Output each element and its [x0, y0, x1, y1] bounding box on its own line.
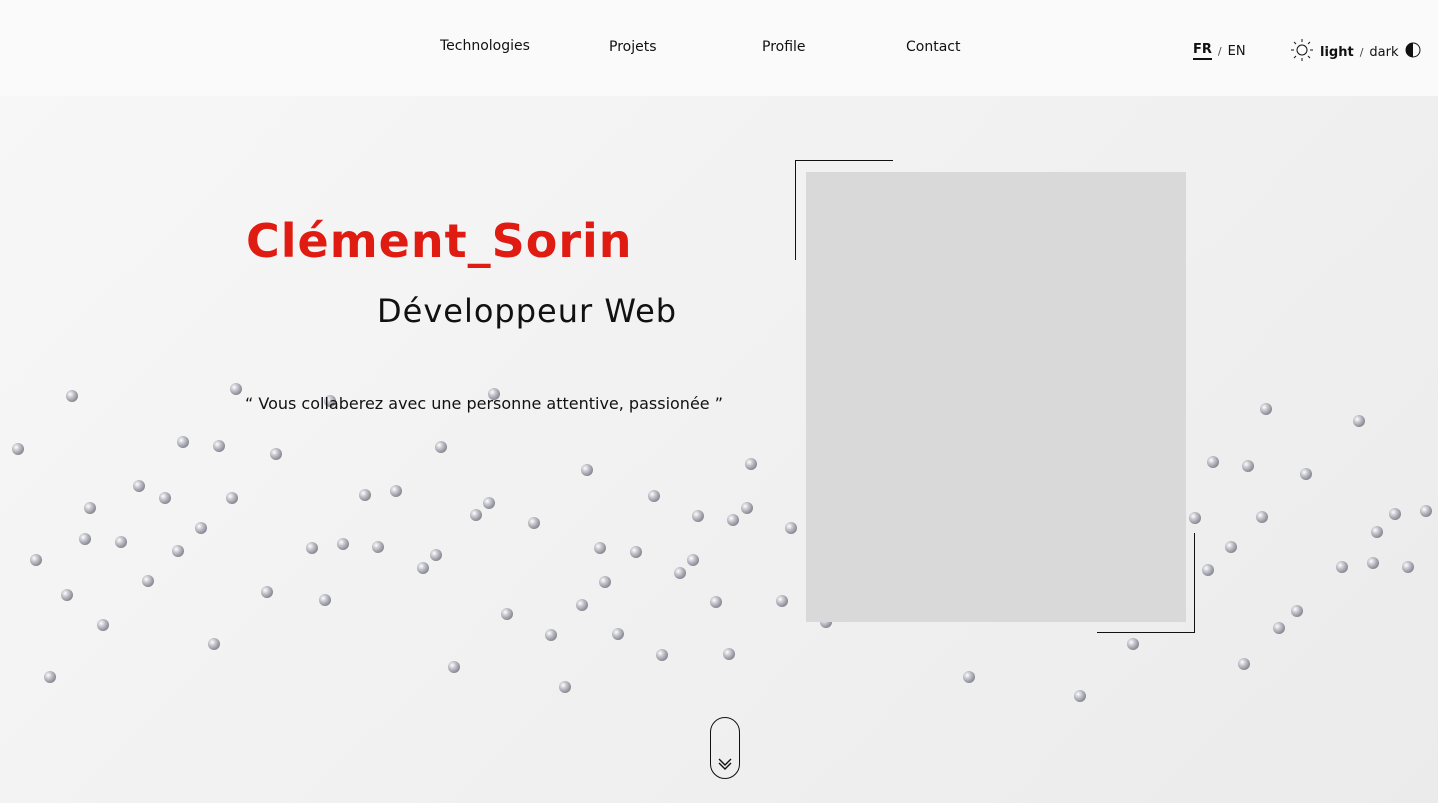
- particle-sphere: [61, 589, 73, 601]
- particle-sphere: [1202, 564, 1214, 576]
- particle-sphere: [1074, 690, 1086, 702]
- particle-sphere: [306, 542, 318, 554]
- theme-light[interactable]: light: [1320, 45, 1354, 60]
- particle-sphere: [430, 549, 442, 561]
- particle-sphere: [692, 510, 704, 522]
- particle-sphere: [448, 661, 460, 673]
- particle-sphere: [528, 517, 540, 529]
- particle-sphere: [417, 562, 429, 574]
- particle-sphere: [213, 440, 225, 452]
- particle-sphere: [727, 514, 739, 526]
- particle-sphere: [483, 497, 495, 509]
- particle-sphere: [390, 485, 402, 497]
- particle-sphere: [30, 554, 42, 566]
- particle-sphere: [1300, 468, 1312, 480]
- particle-sphere: [1207, 456, 1219, 468]
- particle-sphere: [745, 458, 757, 470]
- particle-sphere: [12, 443, 24, 455]
- double-chevron-down-icon: [718, 758, 732, 770]
- particle-sphere: [776, 595, 788, 607]
- particle-sphere: [435, 441, 447, 453]
- particle-sphere: [79, 533, 91, 545]
- particle-sphere: [1260, 403, 1272, 415]
- particle-sphere: [208, 638, 220, 650]
- particle-sphere: [97, 619, 109, 631]
- particle-sphere: [648, 490, 660, 502]
- lang-separator: /: [1217, 44, 1222, 58]
- particle-sphere: [1367, 557, 1379, 569]
- particle-sphere: [230, 383, 242, 395]
- hero-role: Développeur Web: [377, 292, 678, 330]
- particle-sphere: [133, 480, 145, 492]
- particle-sphere: [687, 554, 699, 566]
- particle-sphere: [226, 492, 238, 504]
- sun-icon[interactable]: [1290, 38, 1314, 66]
- particle-sphere: [963, 671, 975, 683]
- particle-sphere: [319, 594, 331, 606]
- lang-fr[interactable]: FR: [1193, 42, 1212, 60]
- particle-sphere: [594, 542, 606, 554]
- particle-sphere: [44, 671, 56, 683]
- particle-sphere: [1371, 526, 1383, 538]
- particle-sphere: [741, 502, 753, 514]
- particle-sphere: [1238, 658, 1250, 670]
- particle-sphere: [1127, 638, 1139, 650]
- particle-sphere: [576, 599, 588, 611]
- nav-technologies[interactable]: Technologies: [440, 38, 530, 54]
- nav-profile[interactable]: Profile: [762, 39, 806, 55]
- hero-quote: “ Vous collaberez avec une personne atte…: [245, 394, 723, 413]
- particle-sphere: [1291, 605, 1303, 617]
- particle-sphere: [1256, 511, 1268, 523]
- particle-sphere: [195, 522, 207, 534]
- particle-sphere: [372, 541, 384, 553]
- particle-sphere: [1353, 415, 1365, 427]
- particle-sphere: [470, 509, 482, 521]
- nav-projets[interactable]: Projets: [609, 39, 657, 55]
- lang-en[interactable]: EN: [1228, 44, 1246, 59]
- particle-sphere: [1402, 561, 1414, 573]
- particle-sphere: [261, 586, 273, 598]
- particle-sphere: [1389, 508, 1401, 520]
- particle-sphere: [723, 648, 735, 660]
- particle-sphere: [630, 546, 642, 558]
- theme-switcher: light / dark: [1290, 38, 1421, 66]
- particle-sphere: [581, 464, 593, 476]
- particle-sphere: [142, 575, 154, 587]
- nav-contact[interactable]: Contact: [906, 39, 960, 55]
- particle-sphere: [656, 649, 668, 661]
- particle-sphere: [545, 629, 557, 641]
- particle-sphere: [674, 567, 686, 579]
- particle-sphere: [172, 545, 184, 557]
- particle-sphere: [785, 522, 797, 534]
- hero-section: Clément_Sorin Développeur Web “ Vous col…: [0, 96, 1438, 803]
- top-navigation-bar: Technologies Projets Profile Contact FR …: [0, 0, 1438, 96]
- particle-sphere: [66, 390, 78, 402]
- particle-sphere: [337, 538, 349, 550]
- particle-sphere: [612, 628, 624, 640]
- half-circle-icon[interactable]: [1405, 42, 1421, 62]
- particle-sphere: [1242, 460, 1254, 472]
- particle-sphere: [84, 502, 96, 514]
- particle-sphere: [501, 608, 513, 620]
- particle-sphere: [559, 681, 571, 693]
- particle-sphere: [270, 448, 282, 460]
- particle-background: [12, 383, 1432, 702]
- scroll-down-button[interactable]: [710, 717, 740, 779]
- particle-sphere: [177, 436, 189, 448]
- particle-sphere: [359, 489, 371, 501]
- particle-sphere: [710, 596, 722, 608]
- language-switcher: FR / EN: [1193, 42, 1246, 60]
- particle-sphere: [1189, 512, 1201, 524]
- particle-sphere: [115, 536, 127, 548]
- photo-frame-corner-bottom-right: [1097, 533, 1195, 633]
- particle-sphere: [1273, 622, 1285, 634]
- particle-sphere: [599, 576, 611, 588]
- particle-sphere: [1336, 561, 1348, 573]
- particle-sphere: [1225, 541, 1237, 553]
- theme-separator: /: [1359, 45, 1364, 59]
- particle-sphere: [159, 492, 171, 504]
- theme-dark[interactable]: dark: [1369, 45, 1398, 60]
- particle-sphere: [1420, 505, 1432, 517]
- hero-name: Clément_Sorin: [246, 214, 633, 268]
